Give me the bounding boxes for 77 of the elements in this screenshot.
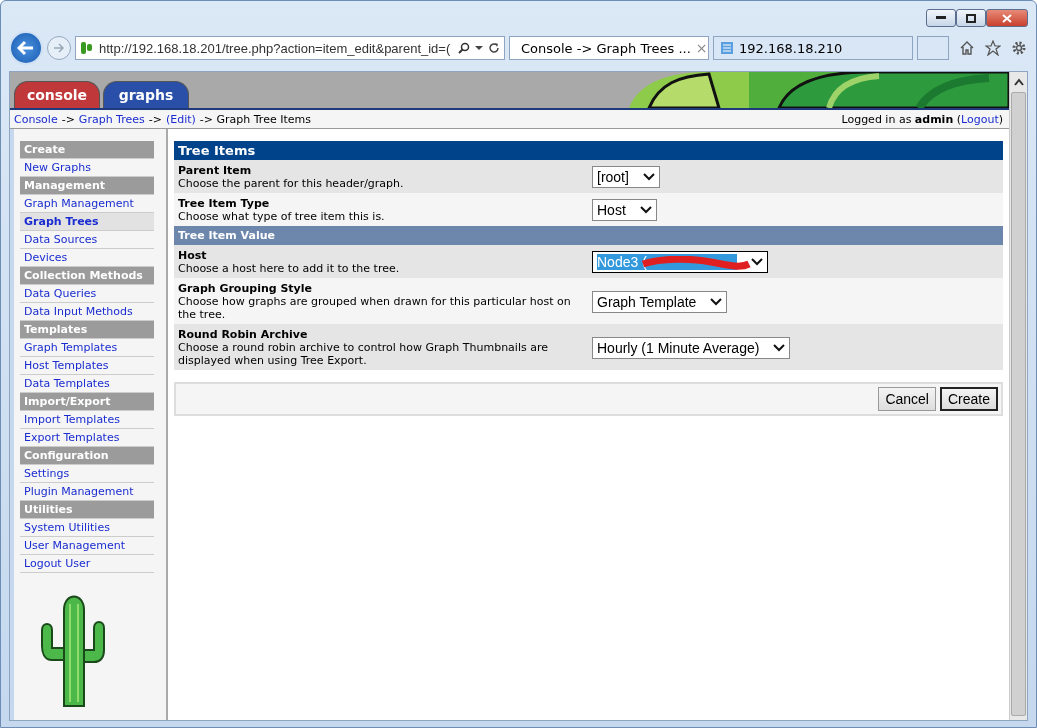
- select-field[interactable]: Hourly (1 Minute Average): [592, 336, 791, 359]
- section-header: Tree Item Value: [174, 226, 1003, 245]
- form-button[interactable]: Cancel: [878, 387, 936, 411]
- close-tab-button[interactable]: ×: [695, 40, 708, 56]
- select-field[interactable]: Host: [592, 199, 657, 221]
- field-description: Choose what type of tree item this is.: [178, 210, 386, 223]
- menu-item[interactable]: User Management: [20, 537, 154, 555]
- back-button[interactable]: [9, 31, 43, 65]
- field-label: Graph Grouping Style: [178, 282, 313, 295]
- field-label: Tree Item Type: [178, 197, 271, 210]
- field-description: Choose how graphs are grouped when drawn for this particular host on the tree.: [178, 295, 572, 321]
- browser-tab[interactable]: Console -> Graph Trees ... ×: [509, 36, 709, 60]
- menu-item[interactable]: Host Templates: [20, 357, 154, 375]
- breadcrumb-link[interactable]: Console: [14, 112, 58, 126]
- breadcrumb-text: ->: [148, 112, 162, 126]
- tab-title: Console -> Graph Trees ...: [521, 40, 691, 56]
- dropdown-icon: [642, 173, 655, 181]
- browser-tab[interactable]: 192.168.18.210: [713, 36, 913, 60]
- scrollbar[interactable]: [1009, 72, 1027, 720]
- menu-item[interactable]: System Utilities: [20, 519, 154, 537]
- form-title: Tree Items: [174, 141, 1003, 160]
- settings-icon[interactable]: [1011, 40, 1027, 56]
- menu-header: Utilities: [20, 501, 154, 519]
- dropdown-icon: [773, 343, 786, 352]
- select-field[interactable]: Graph Template: [592, 290, 728, 313]
- dropdown-icon: [751, 258, 763, 266]
- scroll-up-icon[interactable]: [1013, 78, 1024, 86]
- menu-item[interactable]: Data Queries: [20, 285, 154, 303]
- menu-item[interactable]: Logout User: [20, 555, 154, 573]
- menu-header: Configuration: [20, 447, 154, 465]
- header-tab[interactable]: console: [14, 81, 100, 108]
- field-description: Choose the parent for this header/graph.: [178, 177, 405, 190]
- form-button[interactable]: Create: [939, 387, 998, 411]
- menu-header: Collection Methods: [20, 267, 154, 285]
- login-text: Logged in as admin (: [841, 112, 962, 126]
- menu-item[interactable]: Graph Templates: [20, 339, 154, 357]
- tab-title: 192.168.18.210: [739, 40, 844, 56]
- address-text: http://192.168.18.201/tree.php?action=item_edit&parent_id=(: [99, 40, 452, 56]
- field-label: Round Robin Archive: [178, 328, 309, 341]
- header-tab[interactable]: graphs: [103, 81, 189, 108]
- field-label: Host: [178, 249, 208, 262]
- close-icon: [1002, 13, 1012, 23]
- arrow-right-icon: [53, 43, 65, 53]
- select-field[interactable]: [root]: [592, 166, 660, 188]
- menu-item[interactable]: Graph Trees: [20, 213, 154, 231]
- field-description: Choose a host here to add it to the tree.: [178, 262, 401, 275]
- field-description: Choose a round robin archive to control how Graph Thumbnails are displayed when using Tree Export.: [178, 341, 549, 367]
- breadcrumb-link[interactable]: (Edit): [165, 112, 196, 126]
- field-label: Parent Item: [178, 164, 253, 177]
- close-button[interactable]: [986, 9, 1028, 27]
- breadcrumb-link[interactable]: Graph Trees: [78, 112, 145, 126]
- menu-header: Templates: [20, 321, 154, 339]
- dropdown-icon[interactable]: [475, 45, 483, 51]
- address-bar[interactable]: http://192.168.18.201/tree.php?action=item_edit&parent_id=(: [75, 36, 505, 60]
- dropdown-icon: [639, 206, 652, 214]
- dropdown-icon: [710, 297, 723, 306]
- breadcrumb-text: ->: [61, 112, 75, 126]
- logout-link[interactable]: Logout: [961, 112, 999, 126]
- minimize-button[interactable]: [926, 9, 956, 27]
- home-icon[interactable]: [959, 40, 975, 56]
- page-icon: [720, 41, 734, 55]
- menu-header: Management: [20, 177, 154, 195]
- star-icon[interactable]: [985, 40, 1001, 56]
- breadcrumb-text: -> Graph Tree Items: [199, 112, 311, 126]
- arrow-left-icon: [17, 40, 35, 56]
- refresh-icon[interactable]: [488, 42, 500, 54]
- search-icon[interactable]: [458, 42, 470, 54]
- cactus-icon: [80, 41, 94, 55]
- minimize-icon: [936, 16, 946, 20]
- menu-item[interactable]: Import Templates: [20, 411, 154, 429]
- menu-item[interactable]: Settings: [20, 465, 154, 483]
- menu-header: Create: [20, 141, 154, 159]
- menu-item[interactable]: Data Sources: [20, 231, 154, 249]
- maximize-button[interactable]: [956, 9, 986, 27]
- maximize-icon: [966, 13, 976, 23]
- login-text: ): [998, 112, 1003, 126]
- menu-header: Import/Export: [20, 393, 154, 411]
